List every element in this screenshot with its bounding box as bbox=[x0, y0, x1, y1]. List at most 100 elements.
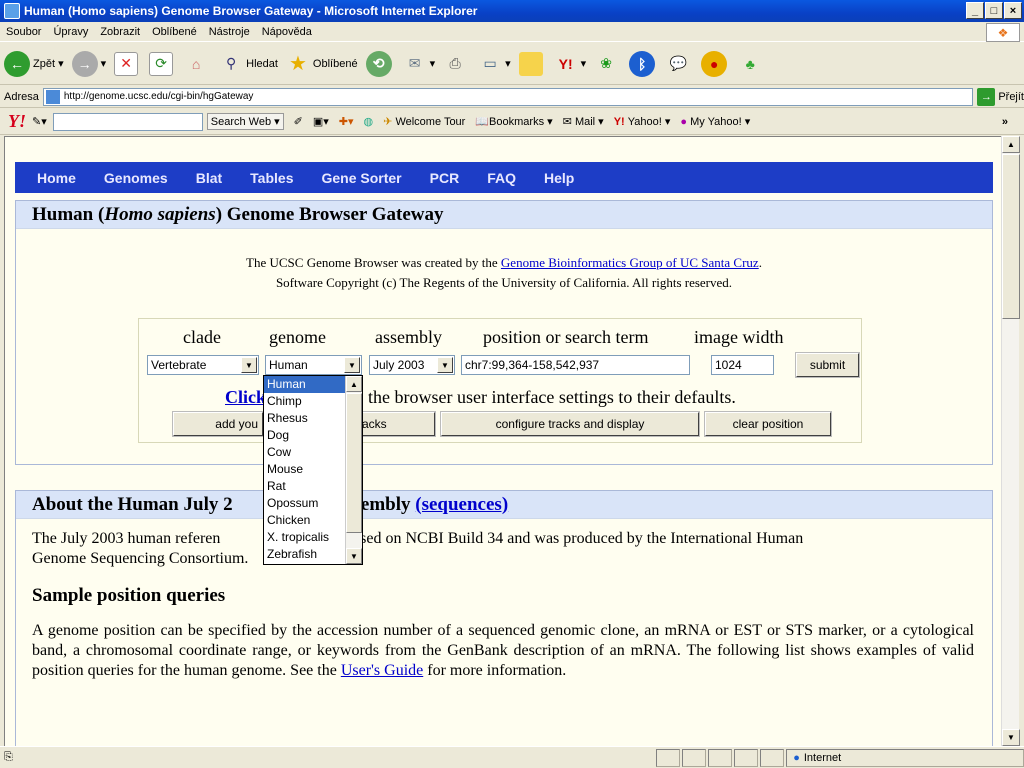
maximize-button[interactable]: □ bbox=[985, 2, 1003, 19]
image-width-input[interactable]: 1024 bbox=[711, 355, 774, 375]
genome-option[interactable]: Chicken bbox=[264, 512, 346, 529]
zone-cell: ● Internet bbox=[786, 748, 1024, 767]
search-icon: ⚲ bbox=[225, 55, 237, 71]
go-arrow-icon[interactable]: → bbox=[977, 87, 996, 106]
menu-favorites[interactable]: Oblíbené bbox=[152, 26, 197, 38]
edit-icon[interactable]: ▭ bbox=[478, 52, 502, 76]
search-web-button[interactable]: Search Web ▾ bbox=[206, 113, 284, 130]
messenger-icon[interactable]: ● bbox=[701, 50, 728, 77]
clade-select[interactable]: Vertebrate ▼ bbox=[147, 355, 259, 375]
address-url: http://genome.ucsc.edu/cgi-bin/hgGateway bbox=[63, 91, 254, 102]
scroll-down-icon[interactable]: ▼ bbox=[1002, 729, 1020, 746]
tools-icon[interactable]: ▣▾ bbox=[313, 115, 329, 128]
yahoo-label: Yahoo! bbox=[627, 115, 662, 128]
pencil-icon[interactable]: ✎▾ bbox=[32, 115, 47, 128]
folder-icon[interactable] bbox=[518, 51, 543, 76]
antispy-icon[interactable]: ◍ bbox=[364, 115, 374, 128]
genome-option[interactable]: Cow bbox=[264, 444, 346, 461]
flower-icon[interactable]: ❀ bbox=[594, 52, 618, 76]
genome-option[interactable]: Zebrafish bbox=[264, 546, 346, 563]
zone-label: Internet bbox=[803, 751, 842, 764]
sequences-link[interactable]: (sequences) bbox=[415, 494, 508, 516]
dropdown-scroll-thumb[interactable] bbox=[346, 393, 362, 533]
toolbar-overflow-button[interactable]: » bbox=[1002, 116, 1008, 128]
genome-option[interactable]: Rat bbox=[264, 478, 346, 495]
print-icon[interactable]: ⎙ bbox=[443, 52, 467, 76]
go-button[interactable]: Přejít bbox=[998, 91, 1024, 103]
nav-faq[interactable]: FAQ bbox=[487, 170, 516, 186]
genome-dropdown-list[interactable]: Human Chimp Rhesus Dog Cow Mouse Rat Opo… bbox=[263, 375, 363, 565]
nav-help[interactable]: Help bbox=[544, 170, 574, 186]
genome-option[interactable]: Dog bbox=[264, 427, 346, 444]
page-icon bbox=[45, 89, 60, 104]
scroll-up-icon[interactable]: ▲ bbox=[1002, 136, 1020, 153]
menu-help[interactable]: Nápověda bbox=[262, 26, 312, 38]
users-icon[interactable]: ♣ bbox=[738, 52, 762, 76]
forward-button[interactable]: → ▾ bbox=[71, 50, 106, 77]
address-input[interactable]: http://genome.ucsc.edu/cgi-bin/hgGateway bbox=[42, 87, 974, 106]
menu-tools[interactable]: Nástroje bbox=[209, 26, 250, 38]
add-custom-tracks-button-tail[interactable]: acks bbox=[360, 411, 436, 437]
genome-option[interactable]: Rhesus bbox=[264, 410, 346, 427]
mail-button[interactable]: ✉ Mail ▾ bbox=[563, 115, 604, 129]
scroll-up-icon[interactable]: ▲ bbox=[346, 376, 362, 392]
nav-gene-sorter[interactable]: Gene Sorter bbox=[321, 170, 401, 186]
history-icon[interactable]: ⟲ bbox=[365, 50, 392, 77]
users-guide-link[interactable]: User's Guide bbox=[341, 662, 423, 679]
position-input[interactable]: chr7:99,364-158,542,937 bbox=[461, 355, 690, 375]
favorites-button[interactable]: ★ Oblíbené bbox=[286, 52, 358, 76]
assembly-select[interactable]: July 2003 ▼ bbox=[369, 355, 455, 375]
nav-pcr[interactable]: PCR bbox=[430, 170, 460, 186]
plus-icon[interactable]: ✚▾ bbox=[339, 115, 354, 128]
dropdown-scrollbar[interactable]: ▲ ▼ bbox=[345, 376, 362, 564]
nav-tables[interactable]: Tables bbox=[250, 170, 293, 186]
yahoo-messenger-icon[interactable]: Y! bbox=[554, 52, 578, 76]
highlight-icon[interactable]: ✐ bbox=[294, 115, 303, 128]
page-scrollbar[interactable]: ▲ ▼ bbox=[1001, 136, 1020, 746]
clear-position-button[interactable]: clear position bbox=[704, 411, 832, 437]
yahoo-search-input[interactable] bbox=[52, 112, 203, 131]
mail-icon[interactable]: ✉ bbox=[403, 52, 427, 76]
title-italic: Homo sapiens bbox=[104, 203, 216, 225]
scroll-thumb[interactable] bbox=[1002, 154, 1020, 319]
nav-genomes[interactable]: Genomes bbox=[104, 170, 168, 186]
status-cell bbox=[760, 748, 785, 767]
genome-option[interactable]: X. tropicalis bbox=[264, 529, 346, 546]
genome-option[interactable]: Human bbox=[264, 376, 346, 393]
menu-view[interactable]: Zobrazit bbox=[100, 26, 140, 38]
yahoo-logo[interactable]: Y! bbox=[8, 111, 26, 132]
about-title: About the Human July 2 assembly (sequence… bbox=[16, 491, 992, 519]
search-button[interactable]: ⚲ Hledat bbox=[219, 52, 278, 76]
menu-edit[interactable]: Úpravy bbox=[53, 26, 88, 38]
genome-option[interactable]: Mouse bbox=[264, 461, 346, 478]
stop-icon[interactable]: ✕ bbox=[114, 51, 139, 76]
refresh-icon[interactable]: ⟳ bbox=[149, 51, 174, 76]
chat-icon[interactable]: 💬 bbox=[666, 52, 690, 76]
my-yahoo-button[interactable]: ● My Yahoo! ▾ bbox=[680, 115, 750, 129]
minimize-button[interactable]: _ bbox=[966, 2, 984, 19]
credit-period: . bbox=[758, 255, 762, 270]
genome-option[interactable]: Chimp bbox=[264, 393, 346, 410]
sample-paragraph: A genome position can be specified by th… bbox=[32, 621, 974, 681]
genome-select[interactable]: Human ▼ bbox=[265, 355, 362, 375]
back-button[interactable]: ← Zpět ▾ bbox=[4, 50, 64, 77]
genome-value: Human bbox=[269, 358, 308, 372]
back-label: Zpět bbox=[33, 57, 56, 70]
credit-link[interactable]: Genome Bioinformatics Group of UC Santa … bbox=[501, 255, 759, 270]
reset-link[interactable]: Click bbox=[225, 387, 266, 407]
genome-option[interactable]: Opossum bbox=[264, 495, 346, 512]
close-button[interactable]: × bbox=[1004, 2, 1022, 19]
nav-home[interactable]: Home bbox=[37, 170, 76, 186]
bookmarks-button[interactable]: 📖 Bookmarks ▾ bbox=[475, 115, 552, 129]
yahoo-button[interactable]: Y! Yahoo! ▾ bbox=[614, 115, 671, 129]
submit-button[interactable]: submit bbox=[795, 352, 860, 378]
my-yahoo-icon: ● bbox=[680, 115, 688, 128]
nav-blat[interactable]: Blat bbox=[196, 170, 222, 186]
menu-file[interactable]: Soubor bbox=[6, 26, 41, 38]
bluetooth-icon[interactable]: ᛒ bbox=[629, 50, 656, 77]
welcome-tour-button[interactable]: ✈ Welcome Tour bbox=[383, 115, 465, 129]
add-custom-tracks-button[interactable]: add you bbox=[172, 411, 264, 437]
home-icon[interactable]: ⌂ bbox=[184, 52, 208, 76]
scroll-down-icon[interactable]: ▼ bbox=[346, 548, 362, 564]
configure-tracks-button[interactable]: configure tracks and display bbox=[440, 411, 700, 437]
